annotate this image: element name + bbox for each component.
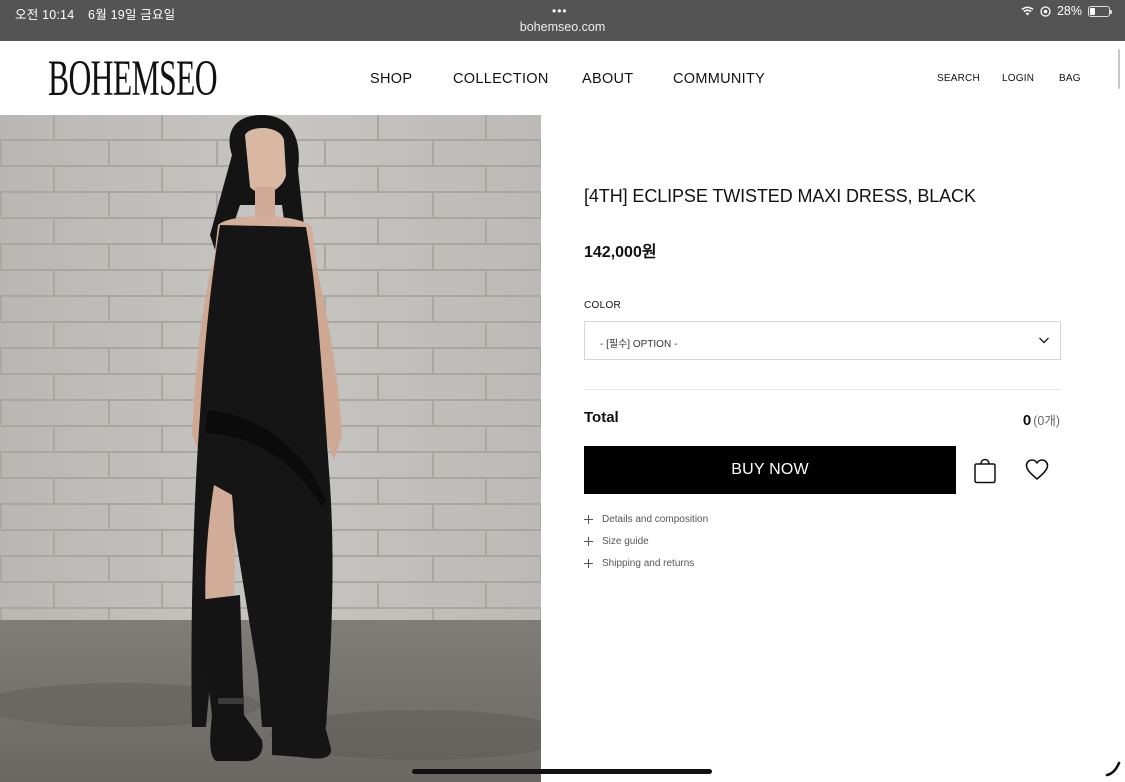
total-value: 0 (0개) [1023,410,1060,429]
product-image[interactable] [0,115,541,782]
color-label: COLOR [584,300,622,311]
chevron-down-icon [1039,337,1049,344]
multitasking-dots-icon[interactable]: ••• [552,4,568,18]
plus-icon [584,559,593,568]
plus-icon [584,537,593,546]
option-select-value: - [필수] OPTION - [600,339,678,350]
accordion-shipping-label: Shipping and returns [602,558,695,569]
product-title: [4TH] ECLIPSE TWISTED MAXI DRESS, BLACK [584,186,976,206]
search-link[interactable]: SEARCH [937,73,980,84]
nav-community[interactable]: COMMUNITY [673,71,765,87]
divider [584,389,1061,390]
product-price: 142,000원 [584,244,657,261]
accordion-size-guide[interactable]: Size guide [584,536,649,547]
brand-logo[interactable]: BOHEMSEO [48,51,218,107]
total-amount: 0 [1022,412,1032,429]
heart-icon [1025,459,1049,480]
total-count: (0개) [1033,414,1060,428]
battery-percent: 28% [1056,4,1082,18]
address-bar[interactable]: bohemseo.com [0,20,1125,34]
accordion-details-label: Details and composition [602,514,709,525]
pencil-hover-icon [1105,761,1121,777]
plus-icon [584,515,593,524]
add-to-cart-button[interactable] [972,456,998,484]
login-link[interactable]: LOGIN [1002,73,1034,84]
accordion-size-guide-label: Size guide [602,536,649,547]
status-indicators: 28% [1021,4,1112,18]
bag-link[interactable]: BAG [1059,73,1081,84]
color-option-select[interactable]: - [필수] OPTION - [584,321,1061,360]
nav-shop[interactable]: SHOP [370,71,412,87]
battery-icon [1088,5,1112,17]
page-scrollbar[interactable] [1118,49,1120,89]
home-indicator[interactable] [412,769,712,774]
wishlist-button[interactable] [1024,457,1050,483]
accordion-shipping[interactable]: Shipping and returns [584,558,694,569]
location-icon [1040,5,1051,17]
wifi-icon [1021,6,1034,16]
buy-now-button[interactable]: BUY NOW [584,446,956,494]
accordion-details[interactable]: Details and composition [584,514,708,525]
status-bar: 오전 10:14 6월 19일 금요일 ••• bohemseo.com 28% [0,0,1125,41]
nav-collection[interactable]: COLLECTION [453,71,549,87]
site-header: BOHEMSEO SHOP COLLECTION ABOUT COMMUNITY… [0,41,1125,115]
shopping-bag-icon [974,458,996,484]
total-label: Total [584,409,619,426]
nav-about[interactable]: ABOUT [582,71,633,87]
